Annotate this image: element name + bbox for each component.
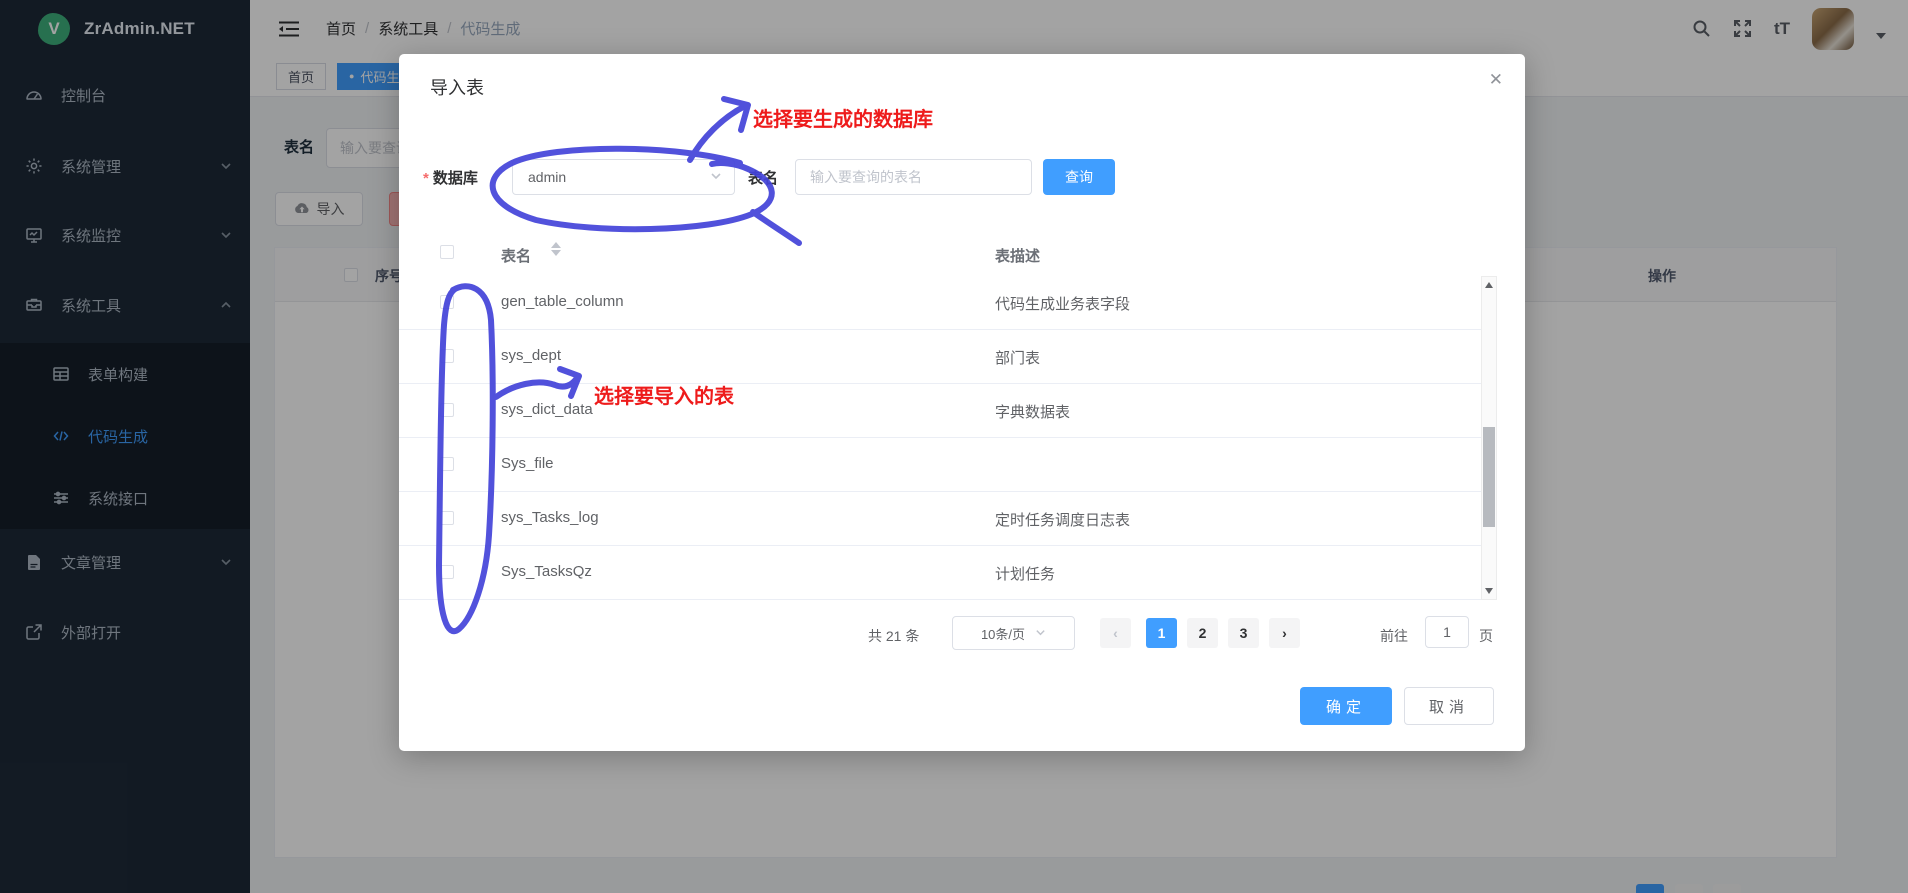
page-button-1[interactable]: 1 [1146, 618, 1177, 648]
scroll-down-icon[interactable] [1485, 588, 1493, 594]
sort-caret-icon[interactable] [551, 242, 561, 256]
row-checkbox[interactable] [440, 349, 454, 363]
table-row[interactable]: sys_dept 部门表 [399, 330, 1481, 384]
row-checkbox[interactable] [440, 511, 454, 525]
table-scrollbar[interactable] [1481, 276, 1497, 600]
row-table-desc: 部门表 [995, 350, 1041, 367]
next-page-button[interactable]: › [1269, 618, 1300, 648]
goto-unit-label: 页 [1479, 628, 1493, 644]
dialog-title: 导入表 [430, 78, 484, 98]
row-table-desc: 定时任务调度日志表 [995, 512, 1131, 529]
row-table-name: Sys_file [501, 455, 554, 472]
db-field-label: * 数据库 [423, 170, 478, 187]
app-root: V ZrAdmin.NET 控制台 系统管理 系统监控 系统工具 表单构建 代码… [0, 0, 1908, 893]
table-row[interactable]: sys_Tasks_log 定时任务调度日志表 [399, 492, 1481, 546]
page-size-select[interactable]: 10条/页 [952, 616, 1075, 650]
select-all-checkbox[interactable] [440, 245, 454, 259]
row-table-desc: 字典数据表 [995, 404, 1071, 421]
database-select[interactable]: admin [512, 159, 735, 195]
row-table-desc: 代码生成业务表字段 [995, 296, 1131, 313]
database-select-value: admin [528, 169, 567, 185]
goto-label: 前往 [1380, 628, 1408, 644]
goto-page-input[interactable] [1425, 616, 1469, 648]
page-size-value: 10条/页 [980, 626, 1026, 642]
required-asterisk: * [423, 170, 429, 187]
scrollbar-thumb[interactable] [1483, 427, 1495, 527]
table-row[interactable]: sys_dict_data 字典数据表 [399, 384, 1481, 438]
search-button[interactable]: 查询 [1043, 159, 1115, 195]
page-button-3[interactable]: 3 [1228, 618, 1259, 648]
table-row[interactable]: Sys_TasksQz 计划任务 [399, 546, 1481, 600]
chevron-down-icon [1035, 626, 1046, 641]
prev-page-button[interactable]: ‹ [1100, 618, 1131, 648]
cancel-button[interactable]: 取消 [1404, 687, 1494, 725]
col-table-name: 表名 [501, 248, 532, 265]
row-table-desc: 计划任务 [995, 566, 1056, 583]
table-name-search-input[interactable] [795, 159, 1032, 195]
table-name-field-label: 表名 [748, 170, 779, 187]
table-row[interactable]: gen_table_column 代码生成业务表字段 [399, 276, 1481, 330]
row-table-name: sys_dict_data [501, 401, 593, 418]
row-table-name: Sys_TasksQz [501, 563, 592, 580]
row-checkbox[interactable] [440, 565, 454, 579]
import-table-dialog: 导入表 ✕ *数据库 admin 表名 查询 表名 表描述 gen_table_… [399, 54, 1525, 751]
dialog-table-header: 表名 表描述 [399, 234, 1497, 276]
chevron-down-icon [710, 169, 722, 185]
table-row[interactable]: Sys_file [399, 438, 1481, 492]
close-icon[interactable]: ✕ [1489, 70, 1503, 90]
row-table-name: sys_Tasks_log [501, 509, 599, 526]
row-table-name: gen_table_column [501, 293, 624, 310]
confirm-button[interactable]: 确定 [1300, 687, 1392, 725]
pagination-total: 共 21 条 [868, 628, 920, 644]
scroll-up-icon[interactable] [1485, 282, 1493, 288]
page-button-2[interactable]: 2 [1187, 618, 1218, 648]
row-checkbox[interactable] [440, 457, 454, 471]
row-checkbox[interactable] [440, 403, 454, 417]
row-checkbox[interactable] [440, 295, 454, 309]
row-table-name: sys_dept [501, 347, 562, 364]
col-table-desc: 表描述 [995, 248, 1041, 265]
